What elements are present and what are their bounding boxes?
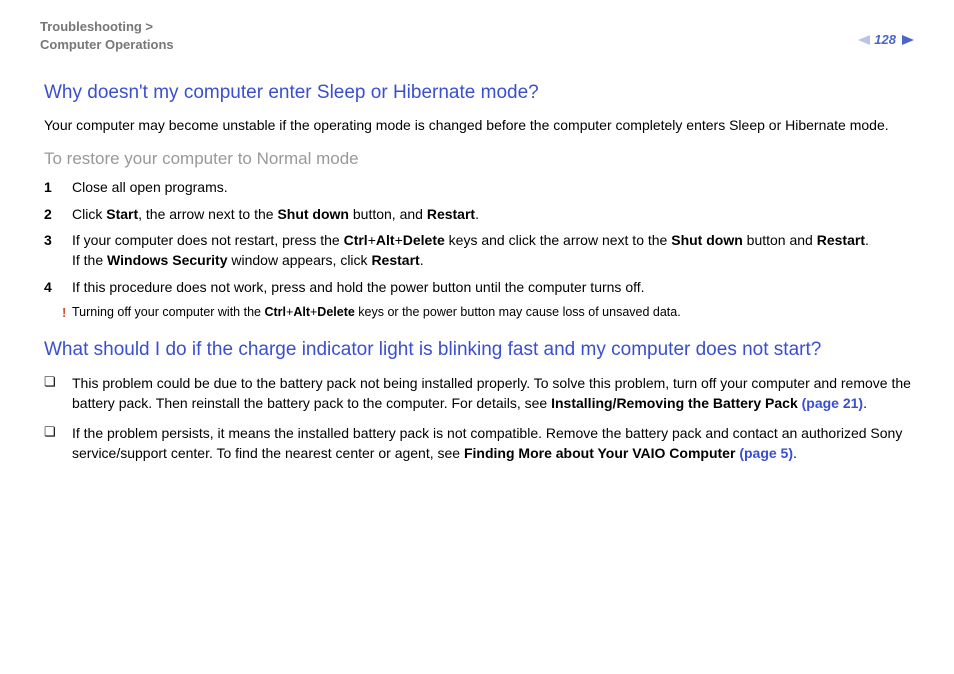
- step-number: 4: [44, 277, 72, 297]
- breadcrumb-line2: Computer Operations: [40, 36, 174, 54]
- step-text: Click Start, the arrow next to the Shut …: [72, 204, 914, 224]
- bullet-text: If the problem persists, it means the in…: [72, 423, 914, 464]
- caution-text: Turning off your computer with the Ctrl+…: [72, 305, 681, 320]
- next-page-arrow-icon[interactable]: [902, 35, 914, 45]
- bullet-item-2: ❏ If the problem persists, it means the …: [44, 423, 914, 464]
- page-navigation: 128: [858, 32, 914, 47]
- page-link-5[interactable]: (page 5): [739, 445, 793, 461]
- bullet-list: ❏ This problem could be due to the batte…: [44, 373, 914, 464]
- step-text: If your computer does not restart, press…: [72, 230, 914, 271]
- section1-lead: Your computer may become unstable if the…: [44, 116, 914, 136]
- page-content: Why doesn't my computer enter Sleep or H…: [40, 81, 914, 464]
- steps-list: 1 Close all open programs. 2 Click Start…: [44, 177, 914, 296]
- step-number: 1: [44, 177, 72, 197]
- caution-note: ! Turning off your computer with the Ctr…: [72, 305, 914, 320]
- prev-page-arrow-icon[interactable]: [858, 35, 870, 45]
- section-heading-sleep-hibernate: Why doesn't my computer enter Sleep or H…: [44, 81, 914, 106]
- breadcrumb: Troubleshooting > Computer Operations: [40, 18, 174, 53]
- step-3: 3 If your computer does not restart, pre…: [44, 230, 914, 271]
- step-2: 2 Click Start, the arrow next to the Shu…: [44, 204, 914, 224]
- page-number: 128: [874, 32, 896, 47]
- bullet-icon: ❏: [44, 423, 72, 464]
- breadcrumb-line1: Troubleshooting >: [40, 18, 174, 36]
- step-number: 3: [44, 230, 72, 271]
- page-link-21[interactable]: (page 21): [802, 395, 863, 411]
- bullet-item-1: ❏ This problem could be due to the batte…: [44, 373, 914, 414]
- section-heading-charge-indicator: What should I do if the charge indicator…: [44, 338, 914, 363]
- subheading-restore-normal: To restore your computer to Normal mode: [44, 149, 914, 169]
- page-header: Troubleshooting > Computer Operations 12…: [40, 18, 914, 53]
- bullet-icon: ❏: [44, 373, 72, 414]
- step-text: Close all open programs.: [72, 177, 914, 197]
- bullet-text: This problem could be due to the battery…: [72, 373, 914, 414]
- step-text: If this procedure does not work, press a…: [72, 277, 914, 297]
- step-4: 4 If this procedure does not work, press…: [44, 277, 914, 297]
- step-1: 1 Close all open programs.: [44, 177, 914, 197]
- step-number: 2: [44, 204, 72, 224]
